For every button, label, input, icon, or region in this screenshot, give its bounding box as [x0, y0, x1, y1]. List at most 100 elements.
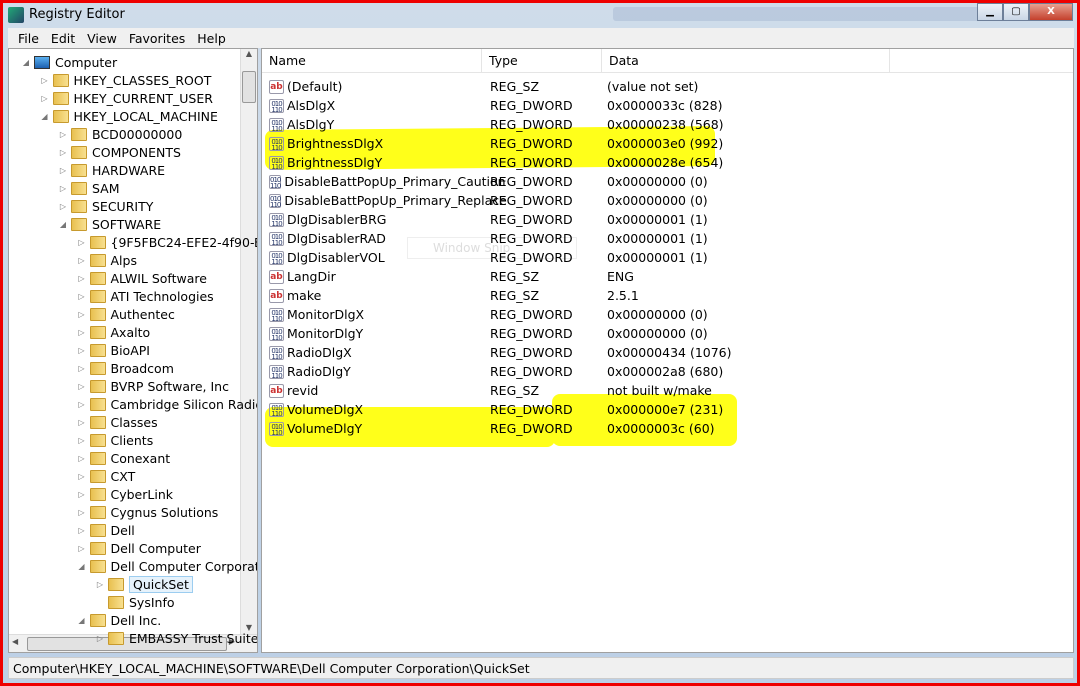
tree-scroll-thumb[interactable]: [242, 71, 256, 103]
value-row[interactable]: 010 110 BrightnessDlgY REG_DWORD 0x0000028e …: [262, 153, 1073, 172]
value-row[interactable]: 010 110 DlgDisablerBRG REG_DWORD 0x00000001 …: [262, 210, 1073, 229]
tree-node[interactable]: ▷ {9F5FBC24-EFE2-4f90-B4: [77, 233, 257, 251]
collapse-arrow-icon[interactable]: ◢: [21, 58, 31, 67]
expand-arrow-icon[interactable]: ▷: [77, 328, 87, 337]
tree-node[interactable]: ▷ HKEY_CURRENT_USER: [40, 89, 213, 107]
tree-node[interactable]: ▷ QuickSet: [95, 575, 193, 593]
expand-arrow-icon[interactable]: ▷: [77, 292, 87, 301]
tree-node[interactable]: ◢ Dell Inc.: [77, 611, 161, 629]
expand-arrow-icon[interactable]: ▷: [77, 400, 87, 409]
value-row[interactable]: 010 110 AlsDlgY REG_DWORD 0x00000238 (568): [262, 115, 1073, 134]
tree-node[interactable]: ▷ Cygnus Solutions: [77, 503, 218, 521]
value-row[interactable]: ab LangDir REG_SZ ENG: [262, 267, 1073, 286]
value-row[interactable]: 010 110 RadioDlgX REG_DWORD 0x00000434 (1076…: [262, 343, 1073, 362]
tree-node[interactable]: ▷ Dell Computer: [77, 539, 200, 557]
expand-arrow-icon[interactable]: ▷: [95, 580, 105, 589]
expand-arrow-icon[interactable]: ▷: [58, 130, 68, 139]
value-row[interactable]: 010 110 DlgDisablerRAD REG_DWORD 0x00000001 …: [262, 229, 1073, 248]
tree-vertical-scrollbar[interactable]: ▲ ▼: [240, 49, 257, 634]
menu-edit[interactable]: Edit: [45, 31, 81, 46]
collapse-arrow-icon[interactable]: ◢: [77, 562, 87, 571]
expand-arrow-icon[interactable]: ▷: [77, 364, 87, 373]
tree-node[interactable]: ▷ COMPONENTS: [58, 143, 181, 161]
column-type[interactable]: Type: [482, 49, 602, 73]
scroll-left-icon[interactable]: ◀: [12, 637, 18, 646]
tree-node[interactable]: ▷ SECURITY: [58, 197, 153, 215]
menu-view[interactable]: View: [81, 31, 123, 46]
expand-arrow-icon[interactable]: ▷: [77, 238, 87, 247]
expand-arrow-icon[interactable]: ▷: [77, 382, 87, 391]
tree-node[interactable]: ▷ ALWIL Software: [77, 269, 207, 287]
expand-arrow-icon[interactable]: ▷: [58, 166, 68, 175]
expand-arrow-icon[interactable]: ▷: [77, 472, 87, 481]
menu-help[interactable]: Help: [191, 31, 232, 46]
expand-arrow-icon[interactable]: ▷: [77, 310, 87, 319]
expand-arrow-icon[interactable]: ▷: [77, 346, 87, 355]
expand-arrow-icon[interactable]: ▷: [77, 454, 87, 463]
tree-node[interactable]: ▷ Clients: [77, 431, 153, 449]
value-row[interactable]: ab make REG_SZ 2.5.1: [262, 286, 1073, 305]
expand-arrow-icon[interactable]: ▷: [77, 256, 87, 265]
tree-node[interactable]: ▷ Dell: [77, 521, 134, 539]
expand-arrow-icon[interactable]: ▷: [58, 148, 68, 157]
value-row[interactable]: 010 110 MonitorDlgY REG_DWORD 0x00000000 (0): [262, 324, 1073, 343]
tree-node[interactable]: ▷ Conexant: [77, 449, 170, 467]
tree-node[interactable]: ▷ HARDWARE: [58, 161, 165, 179]
maximize-button[interactable]: ▢: [1003, 3, 1029, 21]
value-row[interactable]: 010 110 DisableBattPopUp_Primary_Replace RE…: [262, 191, 1073, 210]
expand-arrow-icon[interactable]: ▷: [77, 490, 87, 499]
expand-arrow-icon[interactable]: ▷: [77, 526, 87, 535]
scroll-up-icon[interactable]: ▲: [241, 49, 257, 58]
expand-arrow-icon[interactable]: ▷: [40, 76, 50, 85]
expand-arrow-icon[interactable]: ▷: [77, 508, 87, 517]
tree-node[interactable]: ◢ Computer: [21, 53, 117, 71]
tree-node[interactable]: ▷ CXT: [77, 467, 135, 485]
value-row[interactable]: 010 110 AlsDlgX REG_DWORD 0x0000033c (828): [262, 96, 1073, 115]
expand-arrow-icon[interactable]: ▷: [40, 94, 50, 103]
tree-node[interactable]: ▷ Broadcom: [77, 359, 173, 377]
collapse-arrow-icon[interactable]: ◢: [58, 220, 68, 229]
tree-node[interactable]: ▷ CyberLink: [77, 485, 173, 503]
tree-node[interactable]: ▷ Alps: [77, 251, 137, 269]
collapse-arrow-icon[interactable]: ◢: [40, 112, 50, 121]
value-row[interactable]: 010 110 VolumeDlgX REG_DWORD 0x000000e7 (231…: [262, 400, 1073, 419]
expand-arrow-icon[interactable]: ▷: [77, 436, 87, 445]
expand-arrow-icon[interactable]: ▷: [58, 184, 68, 193]
value-row[interactable]: 010 110 MonitorDlgX REG_DWORD 0x00000000 (0): [262, 305, 1073, 324]
tree-node[interactable]: ▷ Authentec: [77, 305, 174, 323]
value-name: (Default): [287, 79, 343, 94]
value-row[interactable]: 010 110 DlgDisablerVOL REG_DWORD 0x00000001 …: [262, 248, 1073, 267]
value-row[interactable]: 010 110 DisableBattPopUp_Primary_Caution RE…: [262, 172, 1073, 191]
tree-node[interactable]: ▷ SAM: [58, 179, 120, 197]
value-row[interactable]: 010 110 RadioDlgY REG_DWORD 0x000002a8 (680): [262, 362, 1073, 381]
menu-file[interactable]: File: [12, 31, 45, 46]
value-row[interactable]: ab revid REG_SZ not built w/make: [262, 381, 1073, 400]
value-row[interactable]: 010 110 BrightnessDlgX REG_DWORD 0x000003e0 …: [262, 134, 1073, 153]
tree-node[interactable]: ▷ Axalto: [77, 323, 150, 341]
minimize-button[interactable]: ▁: [977, 3, 1003, 21]
tree-node[interactable]: SysInfo: [95, 593, 175, 611]
close-button[interactable]: X: [1029, 3, 1073, 21]
tree-node[interactable]: ▷ BioAPI: [77, 341, 150, 359]
expand-arrow-icon[interactable]: ▷: [95, 634, 105, 643]
tree-node[interactable]: ▷ EMBASSY Trust Suite: [95, 629, 257, 647]
tree-node[interactable]: ▷ Cambridge Silicon Radic: [77, 395, 257, 413]
tree-node[interactable]: ◢ Dell Computer Corporat: [77, 557, 257, 575]
tree-node[interactable]: ▷ Classes: [77, 413, 157, 431]
tree-node[interactable]: ◢ HKEY_LOCAL_MACHINE: [40, 107, 218, 125]
expand-arrow-icon[interactable]: ▷: [77, 274, 87, 283]
collapse-arrow-icon[interactable]: ◢: [77, 616, 87, 625]
menu-favorites[interactable]: Favorites: [123, 31, 191, 46]
tree-node[interactable]: ◢ SOFTWARE: [58, 215, 161, 233]
column-name[interactable]: Name: [262, 49, 482, 73]
expand-arrow-icon[interactable]: ▷: [77, 544, 87, 553]
expand-arrow-icon[interactable]: ▷: [58, 202, 68, 211]
column-data[interactable]: Data: [602, 49, 890, 73]
expand-arrow-icon[interactable]: ▷: [77, 418, 87, 427]
tree-node[interactable]: ▷ BCD00000000: [58, 125, 182, 143]
tree-node[interactable]: ▷ BVRP Software, Inc: [77, 377, 229, 395]
tree-node[interactable]: ▷ ATI Technologies: [77, 287, 213, 305]
value-row[interactable]: 010 110 VolumeDlgY REG_DWORD 0x0000003c (60): [262, 419, 1073, 438]
value-row[interactable]: ab (Default) REG_SZ (value not set): [262, 77, 1073, 96]
tree-node[interactable]: ▷ HKEY_CLASSES_ROOT: [40, 71, 211, 89]
